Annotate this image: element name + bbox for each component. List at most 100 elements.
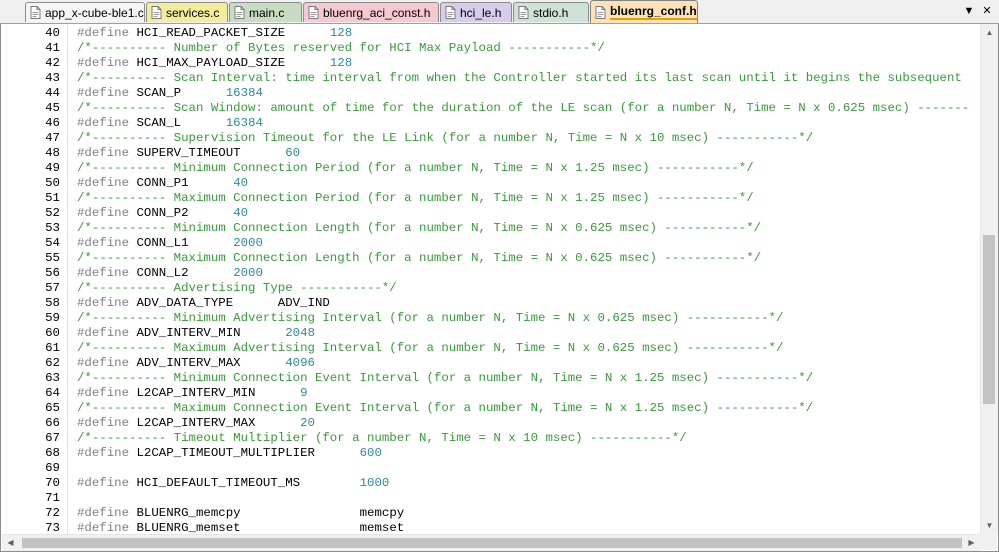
tab-stdio-h[interactable]: stdio.h: [513, 2, 589, 22]
code-text: /*---------- Maximum Connection Length (…: [77, 251, 761, 266]
scroll-down-icon[interactable]: ▼: [981, 517, 998, 534]
code-line: 61 /*---------- Maximum Advertising Inter…: [2, 341, 980, 356]
scroll-right-icon[interactable]: ▶: [963, 535, 980, 551]
code-line: 72 #define BLUENRG_memcpy memcpy: [2, 506, 980, 521]
code-text: #define L2CAP_TIMEOUT_MULTIPLIER 600: [77, 446, 382, 461]
macro-value: 20: [300, 416, 315, 430]
code-line: 45 /*---------- Scan Window: amount of ti…: [2, 101, 980, 116]
macro-value: ADV_IND: [277, 296, 330, 310]
spacing: [189, 236, 234, 250]
macro-value: 128: [329, 26, 353, 40]
code-text: #define CONN_P1 40: [77, 176, 248, 191]
define-keyword: #define: [77, 206, 137, 220]
macro-name: HCI_READ_PACKET_SIZE: [136, 26, 286, 40]
code-lines: 40 #define HCI_READ_PACKET_SIZE 128 41 /*--…: [2, 26, 980, 534]
code-text: #define ADV_INTERV_MAX 4096: [77, 356, 315, 371]
comment-text: /*---------- Number of Bytes reserved fo…: [77, 41, 605, 55]
vertical-scroll-thumb[interactable]: [983, 235, 995, 404]
macro-value: 600: [359, 446, 382, 460]
code-line: 49 /*---------- Minimum Connection Period…: [2, 161, 980, 176]
code-line: 64 #define L2CAP_INTERV_MIN 9: [2, 386, 980, 401]
code-line: 43 /*---------- Scan Interval: time inter…: [2, 71, 980, 86]
code-text: /*---------- Maximum Advertising Interva…: [77, 341, 783, 356]
horizontal-scroll-thumb[interactable]: [22, 538, 962, 548]
scroll-up-icon[interactable]: ▲: [981, 24, 998, 41]
line-number: 72: [45, 506, 60, 520]
macro-value: 60: [285, 146, 301, 160]
tab-bluenrg-conf-h[interactable]: bluenrg_conf.h: [590, 0, 698, 23]
close-tab-icon[interactable]: ✕: [980, 4, 994, 18]
c-file-icon: [30, 6, 41, 19]
line-number: 49: [45, 161, 60, 175]
line-number: 59: [45, 311, 60, 325]
macro-name: L2CAP_INTERV_MIN: [136, 386, 256, 400]
code-line: 69: [2, 461, 980, 476]
macro-name: CONN_P2: [136, 206, 189, 220]
tab-label: bluenrg_aci_const.h: [323, 5, 431, 20]
code-text: /*---------- Minimum Connection Length (…: [77, 221, 761, 236]
h-file-icon: [445, 6, 456, 19]
code-text: /*---------- Scan Interval: time interva…: [77, 71, 962, 86]
code-text: #define ADV_INTERV_MIN 2048: [77, 326, 315, 341]
macro-name: SCAN_L: [136, 116, 182, 130]
code-line: 42 #define HCI_MAX_PAYLOAD_SIZE 128: [2, 56, 980, 71]
macro-name: L2CAP_TIMEOUT_MULTIPLIER: [136, 446, 315, 460]
vertical-scrollbar[interactable]: ▲ ▼: [980, 24, 998, 534]
spacing: [285, 26, 330, 40]
code-line: 40 #define HCI_READ_PACKET_SIZE 128: [2, 26, 980, 41]
code-text: /*---------- Minimum Advertising Interva…: [77, 311, 783, 326]
tab-label: app_x-cube-ble1.c: [45, 5, 144, 20]
macro-name: ADV_INTERV_MIN: [136, 326, 241, 340]
c-file-icon: [151, 6, 162, 19]
code-line: 51 /*---------- Maximum Connection Period…: [2, 191, 980, 206]
macro-name: CONN_L1: [136, 236, 189, 250]
tab-label: main.c: [249, 5, 285, 20]
tab-list-dropdown-icon[interactable]: ▼: [962, 4, 976, 18]
code-text: #define CONN_P2 40: [77, 206, 248, 221]
macro-value: memset: [359, 521, 405, 534]
c-file-icon: [234, 6, 245, 19]
tab-app-x-cube-ble1-c[interactable]: app_x-cube-ble1.c: [25, 2, 145, 22]
define-keyword: #define: [77, 521, 137, 534]
line-number: 61: [45, 341, 60, 355]
spacing: [241, 356, 286, 370]
horizontal-scrollbar[interactable]: ◀ ▶: [2, 534, 980, 551]
line-number: 46: [45, 116, 60, 130]
h-file-icon: [518, 6, 529, 19]
macro-value: 16384: [225, 116, 263, 130]
tab-label: hci_le.h: [460, 5, 502, 20]
comment-text: /*---------- Maximum Connection Event In…: [77, 401, 814, 415]
line-number: 40: [45, 26, 60, 40]
macro-value: 2000: [233, 266, 263, 280]
line-number: 62: [45, 356, 60, 370]
comment-text: /*---------- Timeout Multiplier (for a n…: [77, 431, 687, 445]
line-number: 45: [45, 101, 60, 115]
code-text: #define CONN_L2 2000: [77, 266, 263, 281]
define-keyword: #define: [77, 56, 137, 70]
code-line: 48 #define SUPERV_TIMEOUT 60: [2, 146, 980, 161]
code-text: #define BLUENRG_memset memset: [77, 521, 404, 534]
tab-bluenrg-aci-const-h[interactable]: bluenrg_aci_const.h: [303, 2, 439, 22]
line-number: 64: [45, 386, 60, 400]
tab-services-c[interactable]: services.c: [146, 2, 228, 22]
code-editor[interactable]: 40 #define HCI_READ_PACKET_SIZE 128 41 /*--…: [2, 24, 980, 534]
comment-text: /*---------- Scan Window: amount of time…: [77, 101, 970, 115]
code-line: 41 /*---------- Number of Bytes reserved …: [2, 41, 980, 56]
code-text: /*---------- Maximum Connection Event In…: [77, 401, 813, 416]
scroll-left-icon[interactable]: ◀: [2, 535, 19, 551]
code-text: #define ADV_DATA_TYPE ADV_IND: [77, 296, 330, 311]
code-text: /*---------- Minimum Connection Event In…: [77, 371, 813, 386]
comment-text: /*---------- Minimum Connection Event In…: [77, 371, 814, 385]
tab-hci-le-h[interactable]: hci_le.h: [440, 2, 512, 22]
macro-name: BLUENRG_memcpy: [136, 506, 241, 520]
line-number: 53: [45, 221, 60, 235]
tab-main-c[interactable]: main.c: [229, 2, 302, 22]
spacing: [181, 86, 226, 100]
code-text: #define SCAN_P 16384: [77, 86, 263, 101]
code-text: #define L2CAP_INTERV_MAX 20: [77, 416, 315, 431]
comment-text: /*---------- Maximum Connection Period (…: [77, 191, 754, 205]
code-line: 67 /*---------- Timeout Multiplier (for a…: [2, 431, 980, 446]
code-text: #define SCAN_L 16384: [77, 116, 263, 131]
line-number: 56: [45, 266, 60, 280]
code-text: #define HCI_MAX_PAYLOAD_SIZE 128: [77, 56, 352, 71]
